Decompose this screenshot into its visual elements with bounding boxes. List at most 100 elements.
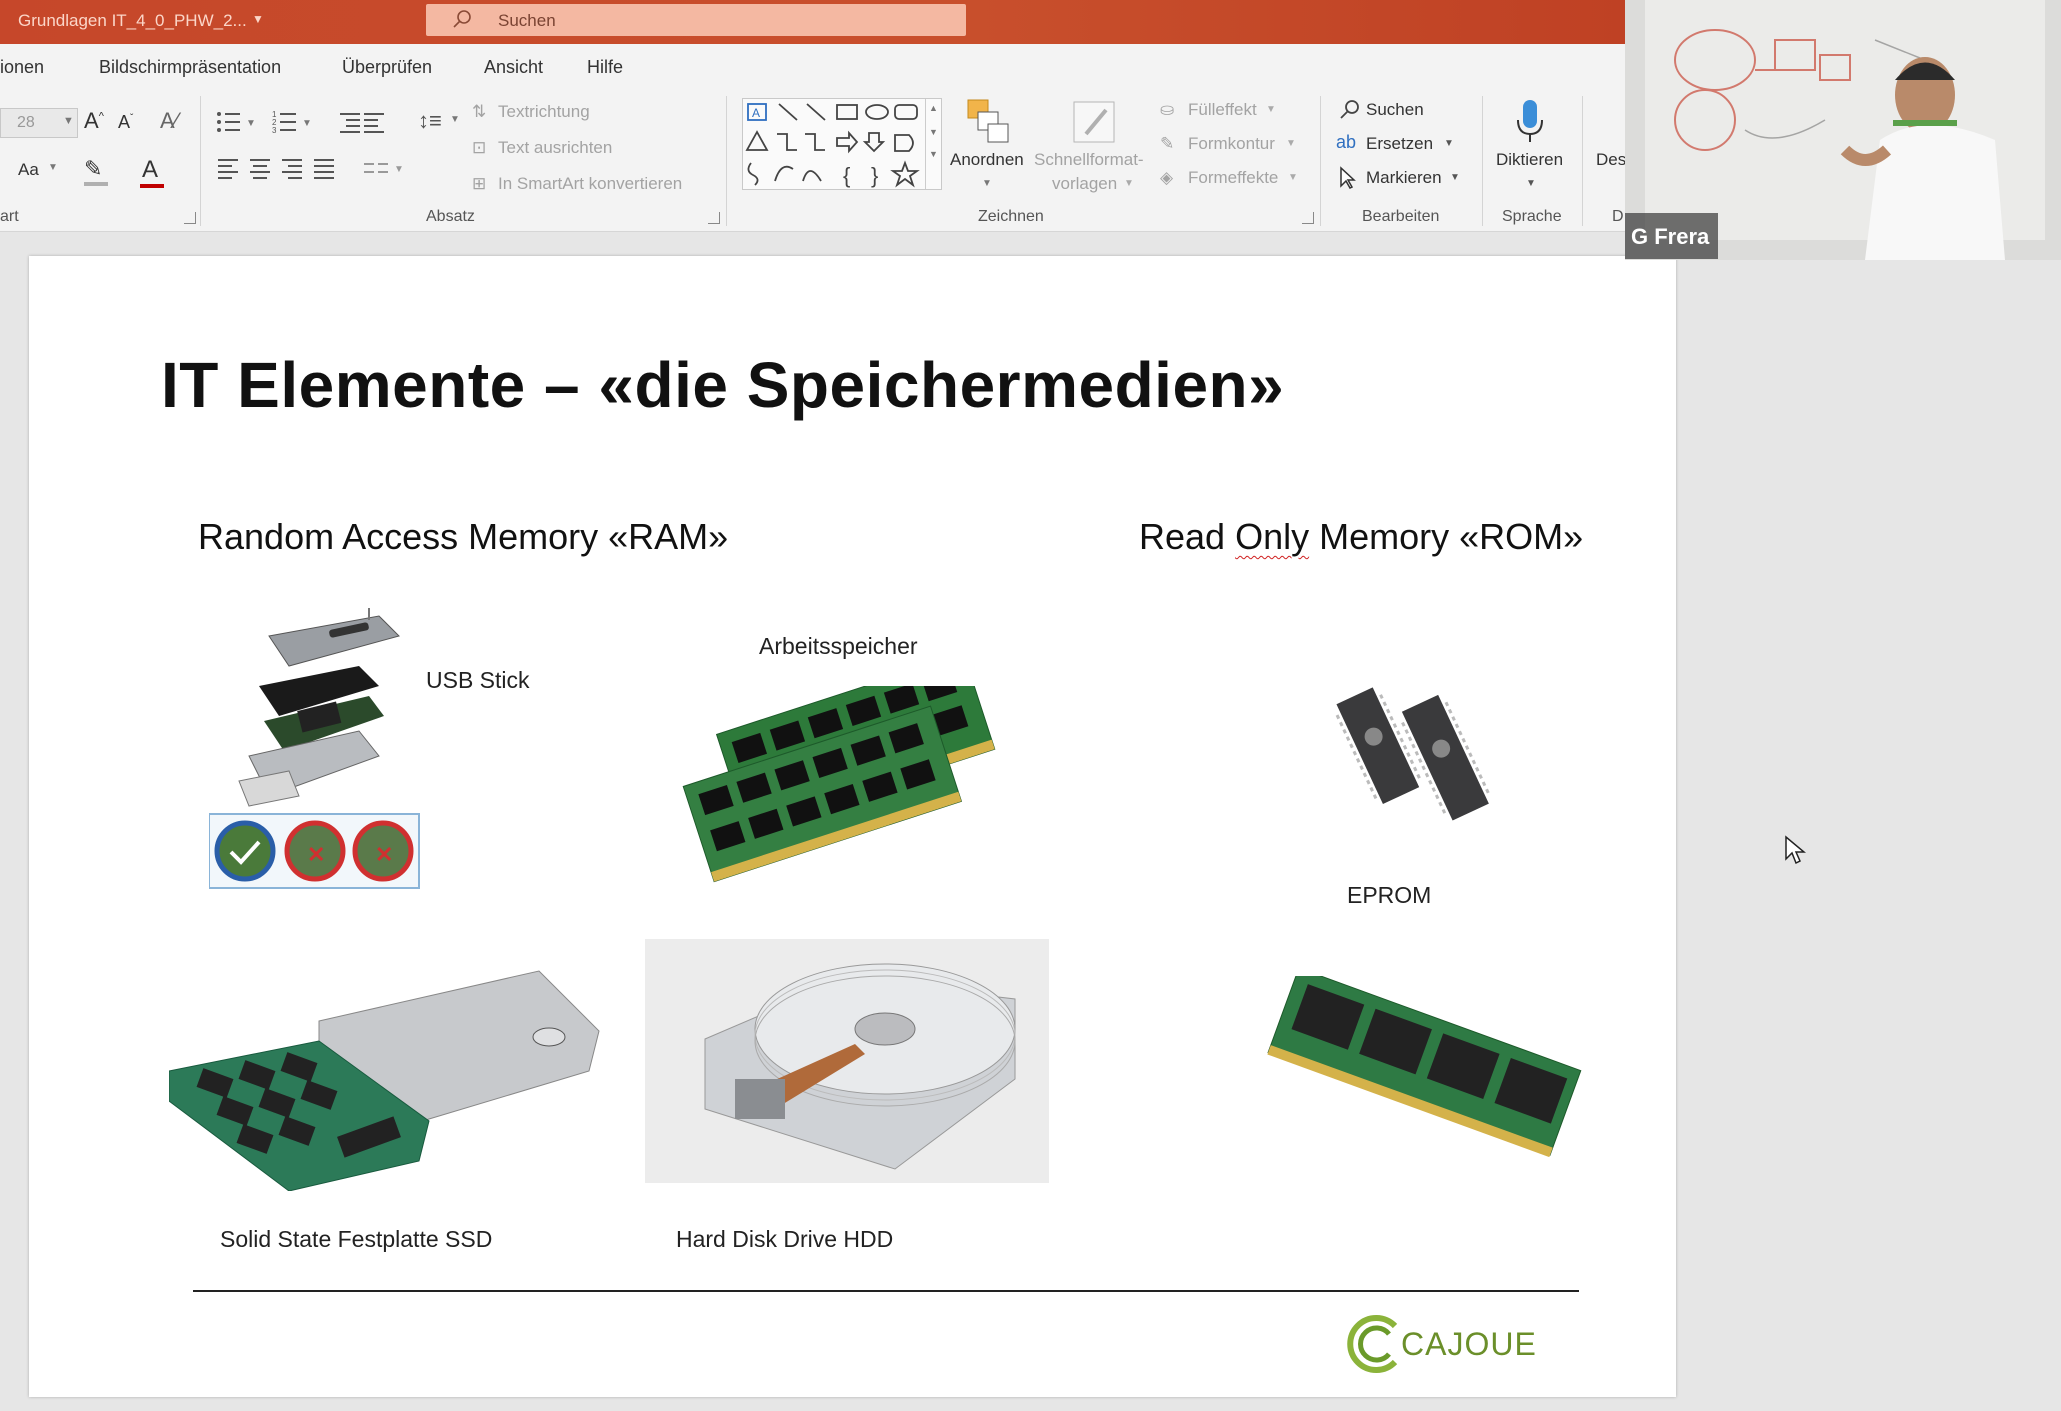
- highlight-color-bar: [84, 182, 108, 186]
- more-icon[interactable]: ▼: [926, 149, 941, 159]
- font-size-select[interactable]: 28 ▼: [0, 108, 78, 138]
- paragraph-group-label: Absatz: [426, 208, 475, 225]
- svg-text:▼: ▼: [246, 118, 256, 129]
- tab-help[interactable]: Hilfe: [587, 57, 623, 78]
- search-icon: [453, 10, 471, 28]
- cajoue-logo-text: CAJOUE: [1401, 1326, 1537, 1362]
- hdd-caption[interactable]: Hard Disk Drive HDD: [676, 1226, 893, 1253]
- shrink-font-icon[interactable]: Aˇ: [118, 112, 133, 133]
- dictate-button[interactable]: Diktieren: [1496, 150, 1563, 170]
- replace-icon: ab: [1336, 132, 1357, 152]
- chevron-up-icon[interactable]: ▲: [926, 103, 941, 113]
- chevron-down-icon: ▼: [1450, 172, 1460, 183]
- tab-slideshow[interactable]: Bildschirmpräsentation: [99, 57, 281, 78]
- highlight-icon[interactable]: ✎: [84, 156, 102, 182]
- chevron-down-icon: ▼: [1266, 104, 1276, 115]
- microphone-icon[interactable]: [1514, 98, 1546, 146]
- chevron-down-icon[interactable]: ▼: [926, 127, 941, 137]
- slide-title[interactable]: IT Elemente – «die Speichermedien»: [161, 348, 1284, 422]
- separator: [1320, 96, 1321, 226]
- svg-text:✕: ✕: [375, 842, 393, 867]
- shapes-icon: A { }: [745, 103, 920, 188]
- clear-format-icon[interactable]: A⁄: [160, 108, 178, 134]
- paragraph-dialog-launcher[interactable]: [708, 212, 720, 224]
- shape-outline-button[interactable]: Formkontur: [1188, 134, 1275, 154]
- list-buttons-icon[interactable]: ▼ 123 ▼: [214, 108, 384, 136]
- separator: [200, 96, 201, 226]
- editing-group-label: Bearbeiten: [1362, 208, 1440, 225]
- rom-heading[interactable]: Read Only Memory «ROM»: [1139, 516, 1583, 558]
- tab-view[interactable]: Ansicht: [484, 57, 543, 78]
- shape-effects-button[interactable]: Formeffekte: [1188, 168, 1278, 188]
- search-icon: [1340, 100, 1359, 119]
- rom-heading-spellcheck: Only: [1235, 516, 1310, 557]
- font-color-bar: [140, 184, 164, 188]
- select-button[interactable]: Markieren: [1366, 168, 1442, 188]
- separator: [1582, 96, 1583, 226]
- cajoue-logo-icon: [1347, 1315, 1398, 1373]
- designer-button[interactable]: Des: [1596, 150, 1626, 170]
- chevron-down-icon: ▼: [48, 162, 58, 173]
- ram-heading[interactable]: Random Access Memory «RAM»: [198, 516, 728, 558]
- drawing-dialog-launcher[interactable]: [1302, 212, 1314, 224]
- shape-fill-button[interactable]: Fülleffekt: [1188, 100, 1257, 120]
- eprom-caption[interactable]: EPROM: [1347, 882, 1431, 909]
- grow-font-icon[interactable]: A^: [84, 108, 104, 134]
- gallery-scroll[interactable]: ▲ ▼ ▼: [925, 99, 941, 189]
- ssd-caption[interactable]: Solid State Festplatte SSD: [220, 1226, 492, 1253]
- font-color-icon[interactable]: A: [142, 156, 158, 184]
- participant-name-tag: G Frera: [1625, 213, 1718, 259]
- chevron-down-icon: ▼: [1526, 178, 1536, 189]
- rom-heading-part: Read: [1139, 516, 1236, 557]
- change-case-button[interactable]: Aa: [18, 160, 39, 180]
- svg-text:}: }: [871, 163, 878, 188]
- chevron-down-icon: ▼: [1286, 138, 1296, 149]
- ribbon-tabs: ionen Bildschirmpräsentation Überprüfen …: [0, 44, 1625, 90]
- quick-styles-icon[interactable]: [1072, 98, 1118, 146]
- footer-divider: [193, 1290, 1579, 1292]
- tab-review[interactable]: Überprüfen: [342, 57, 432, 78]
- convert-smartart-button[interactable]: In SmartArt konvertieren: [498, 174, 682, 194]
- svg-text:3: 3: [272, 126, 277, 135]
- smartart-icon: ⊞: [472, 174, 487, 193]
- chevron-down-icon: ▼: [1444, 138, 1454, 149]
- ssd-image: [169, 970, 600, 1191]
- svg-text:▼: ▼: [394, 164, 404, 175]
- text-direction-button[interactable]: Textrichtung: [498, 102, 590, 122]
- usb-caption[interactable]: USB Stick: [426, 667, 530, 694]
- rom-module-image: [1267, 976, 1582, 1158]
- ram-caption[interactable]: Arbeitsspeicher: [759, 633, 918, 660]
- pen-icon: ✎: [1160, 134, 1175, 153]
- quick-styles-label-1[interactable]: Schnellformat-: [1034, 150, 1144, 170]
- slide[interactable]: IT Elemente – «die Speichermedien» Rando…: [29, 256, 1676, 1397]
- chevron-down-icon[interactable]: ▼: [252, 12, 264, 26]
- chevron-down-icon: ▼: [450, 114, 460, 125]
- mouse-cursor-icon: [1785, 835, 1806, 865]
- font-dialog-launcher[interactable]: [184, 212, 196, 224]
- cajoue-logo: CAJOUE: [1345, 1312, 1585, 1376]
- tab-animations[interactable]: ionen: [0, 57, 44, 78]
- drawing-group-label: Zeichnen: [978, 208, 1044, 225]
- font-size-value: 28: [17, 114, 35, 131]
- separator: [1482, 96, 1483, 226]
- hdd-image: [645, 939, 1049, 1183]
- effects-icon: ◈: [1160, 168, 1174, 187]
- replace-button[interactable]: Ersetzen: [1366, 134, 1433, 154]
- designer-group-label: D: [1612, 208, 1624, 225]
- quick-styles-label-2[interactable]: vorlagen: [1052, 174, 1117, 194]
- ram-modules-image: [682, 686, 996, 883]
- arrange-icon[interactable]: [966, 98, 1012, 146]
- document-title[interactable]: Grundlagen IT_4_0_PHW_2...: [18, 11, 247, 31]
- powerpoint-window: Grundlagen IT_4_0_PHW_2... ▼ Suchen ione…: [0, 0, 2061, 1411]
- align-text-button[interactable]: Text ausrichten: [498, 138, 612, 158]
- select-arrow-icon: [1340, 166, 1356, 189]
- search-placeholder: Suchen: [498, 11, 556, 30]
- line-spacing-icon[interactable]: ↕≡: [418, 108, 442, 134]
- shapes-gallery[interactable]: A { } ▲ ▼ ▼: [742, 98, 942, 190]
- search-box[interactable]: Suchen: [426, 4, 966, 36]
- alignment-buttons-icon[interactable]: ▼: [218, 156, 448, 180]
- find-button[interactable]: Suchen: [1366, 100, 1424, 120]
- svg-text:A: A: [752, 106, 760, 120]
- arrange-button[interactable]: Anordnen: [950, 150, 1024, 170]
- chevron-down-icon: ▼: [982, 178, 992, 189]
